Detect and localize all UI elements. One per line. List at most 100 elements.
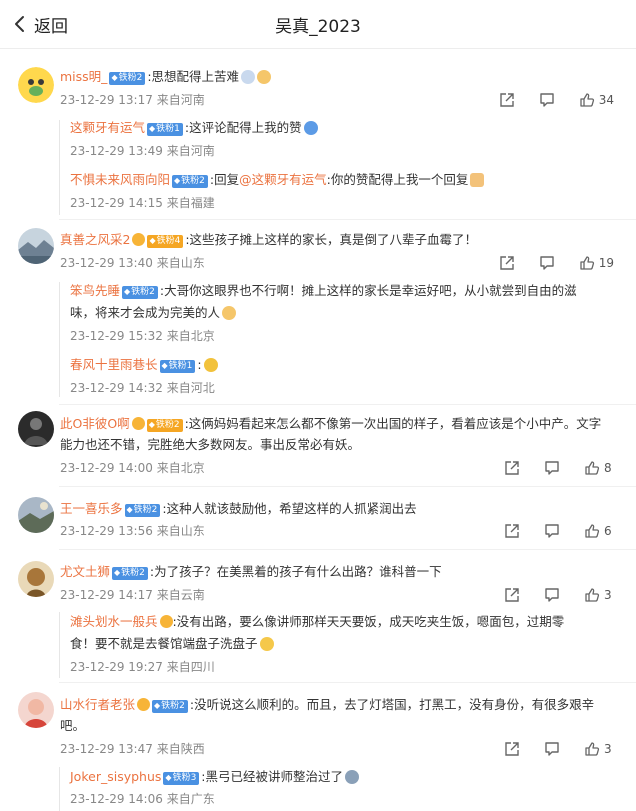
- share-icon[interactable]: [499, 92, 515, 108]
- reply-divider: [59, 120, 60, 215]
- fan-badge: ◆铁粉2: [112, 567, 148, 580]
- comment-actions: 3: [480, 586, 614, 604]
- reply-location: 来自河南: [166, 144, 215, 158]
- avatar[interactable]: [18, 497, 54, 533]
- like-count: 6: [604, 524, 612, 538]
- like-icon[interactable]: [579, 255, 595, 271]
- like-icon[interactable]: [579, 92, 595, 108]
- mention-link[interactable]: @这颗牙有运气: [239, 172, 327, 187]
- comment-body: :这种人就该鼓励他，希望这样的人抓紧润出去: [162, 501, 417, 516]
- comment-text: miss明_ ◆铁粉2:思想配得上苦难: [60, 68, 272, 86]
- reply-text: Joker_sisyphus ◆铁粉3:黑弓已经被讲师整治过了: [70, 768, 360, 786]
- vip-icon: [137, 698, 151, 711]
- like-count: 34: [598, 93, 614, 107]
- fan-badge: ◆铁粉2: [146, 419, 183, 432]
- comment-icon[interactable]: [539, 255, 555, 271]
- reply-time: 23-12-29 15:32: [70, 329, 163, 343]
- username[interactable]: 春风十里雨巷长: [70, 357, 158, 372]
- reply-text-continued: 味，将来才会成为完美的人: [70, 304, 237, 322]
- avatar[interactable]: [18, 692, 54, 728]
- reply-time: 23-12-29 14:06: [70, 792, 163, 806]
- share-icon[interactable]: [504, 523, 520, 539]
- comment-meta: 23-12-29 13:56 来自山东: [60, 523, 205, 539]
- reply-prefix: :回复: [209, 172, 240, 187]
- comment-separator: [59, 219, 636, 220]
- reply-text: 笨鸟先睡 ◆铁粉2:大哥你这眼界也不行啊！摊上这样的家长是幸运好吧，从小就尝到自由…: [70, 282, 577, 300]
- username[interactable]: 不惧未来风雨向阳: [70, 172, 170, 187]
- avatar[interactable]: [18, 67, 54, 103]
- username[interactable]: miss明_: [60, 69, 107, 84]
- comment-separator: [59, 682, 636, 683]
- comment-location: 来自山东: [156, 256, 205, 270]
- share-icon[interactable]: [499, 255, 515, 271]
- reply-location: 来自北京: [166, 329, 215, 343]
- page-title: 吴真_2023: [275, 17, 361, 37]
- comment-separator: [59, 404, 636, 405]
- like-icon[interactable]: [584, 587, 600, 603]
- reply-text: 滩头划水一般兵:没有出路，要么像讲师那样天天要饭，成天吃夹生饭，嗯面包，过期零: [70, 613, 564, 631]
- fan-badge: ◆铁粉2: [109, 72, 146, 85]
- avatar[interactable]: [18, 228, 54, 264]
- comment-icon[interactable]: [544, 587, 560, 603]
- comment-time: 23-12-29 13:17: [60, 93, 153, 107]
- reply-meta: 23-12-29 13:49 来自河南: [70, 143, 215, 159]
- comment-icon[interactable]: [544, 741, 560, 757]
- emoji-icon: [241, 70, 256, 84]
- username[interactable]: 真善之风采2: [60, 232, 130, 247]
- username[interactable]: 滩头划水一般兵: [70, 614, 158, 629]
- username[interactable]: 笨鸟先睡: [70, 283, 120, 298]
- avatar[interactable]: [18, 411, 54, 447]
- share-icon[interactable]: [504, 587, 520, 603]
- reply-location: 来自河北: [166, 381, 215, 395]
- comment-meta: 23-12-29 13:47 来自陕西: [60, 741, 205, 757]
- comment-icon[interactable]: [539, 92, 555, 108]
- emoji-icon: [259, 637, 274, 651]
- reply-meta: 23-12-29 19:27 来自四川: [70, 659, 215, 675]
- username[interactable]: 王一喜乐多: [60, 501, 123, 516]
- comment-actions: 3: [480, 740, 614, 758]
- comment-actions: 19: [475, 254, 614, 272]
- avatar[interactable]: [18, 561, 54, 597]
- reply-time: 23-12-29 14:15: [70, 196, 163, 210]
- like-count: 19: [598, 256, 614, 270]
- comment-icon[interactable]: [544, 523, 560, 539]
- comment-separator: [59, 486, 636, 487]
- username[interactable]: Joker_sisyphus: [70, 769, 161, 784]
- reply-meta: 23-12-29 15:32 来自北京: [70, 328, 215, 344]
- comment-body: :没听说这么顺利的。而且，去了灯塔国，打黑工，没有身份，有很多艰辛: [189, 697, 595, 712]
- reply-meta: 23-12-29 14:15 来自福建: [70, 195, 215, 211]
- comment-icon[interactable]: [544, 460, 560, 476]
- like-icon[interactable]: [584, 741, 600, 757]
- reply-location: 来自广东: [166, 792, 215, 806]
- share-icon[interactable]: [504, 460, 520, 476]
- fan-badge: ◆铁粉1: [147, 123, 183, 136]
- comment-body: :这些孩子摊上这样的家长，真是倒了八辈子血霉了！: [185, 232, 478, 247]
- reply-text: 这颗牙有运气 ◆铁粉1:这评论配得上我的赞: [70, 119, 318, 137]
- reply-text: 春风十里雨巷长 ◆铁粉1:: [70, 356, 218, 374]
- username[interactable]: 山水行者老张: [60, 697, 135, 712]
- emoji-icon: [222, 306, 237, 320]
- comment-location: 来自陕西: [156, 742, 205, 756]
- comment-location: 来自北京: [156, 461, 205, 475]
- comment-text-continued: 吧。: [60, 717, 85, 735]
- fan-badge: ◆铁粉4: [147, 235, 184, 248]
- username[interactable]: 尤文土狮: [60, 564, 110, 579]
- fan-badge: ◆铁粉2: [124, 504, 161, 517]
- comment-meta: 23-12-29 14:00 来自北京: [60, 460, 205, 476]
- like-icon[interactable]: [584, 460, 600, 476]
- comment-separator: [59, 549, 636, 550]
- comment-body: 吧。: [60, 718, 86, 733]
- username[interactable]: 这颗牙有运气: [70, 120, 145, 135]
- reply-location: 来自福建: [166, 196, 215, 210]
- share-icon[interactable]: [504, 741, 520, 757]
- comment-body: :这俩妈妈看起来怎么都不像第一次出国的样子，看着应该是个小中产。文字: [184, 416, 602, 431]
- comment-meta: 23-12-29 13:17 来自河南: [60, 92, 205, 108]
- fan-badge: ◆铁粉2: [152, 700, 188, 713]
- comment-time: 23-12-29 14:17: [60, 588, 153, 602]
- emoji-icon: [203, 358, 218, 372]
- comment-text: 此O非彼O啊 ◆铁粉2:这俩妈妈看起来怎么都不像第一次出国的样子，看着应该是个小中…: [60, 415, 601, 433]
- like-icon[interactable]: [584, 523, 600, 539]
- comment-time: 23-12-29 13:40: [60, 256, 153, 270]
- username[interactable]: 此O非彼O啊: [60, 416, 130, 431]
- reply-text: 不惧未来风雨向阳 ◆铁粉2:回复@这颗牙有运气:你的赞配得上我一个回复: [70, 171, 485, 189]
